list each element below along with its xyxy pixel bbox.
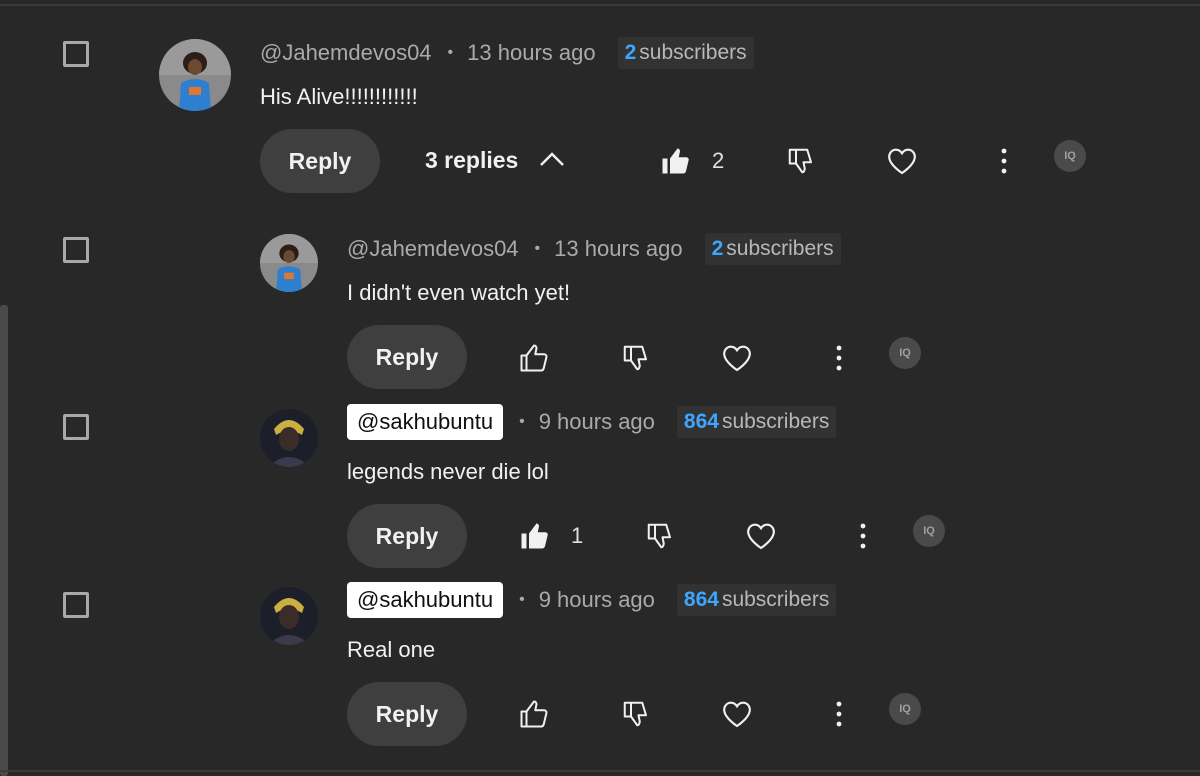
subscriber-badge: 864 subscribers [676,584,837,616]
comment-header: @sakhubuntu • 9 hours ago 864 subscribers [347,404,837,440]
subscriber-badge: 2 subscribers [617,37,754,69]
subscriber-label: subscribers [726,237,834,260]
select-checkbox[interactable] [63,237,89,263]
dislike-button[interactable] [621,343,651,373]
comment-text: legends never die lol [347,459,549,484]
heart-button[interactable] [886,145,918,177]
timestamp[interactable]: 13 hours ago [554,236,682,262]
separator: • [534,240,541,257]
like-count: 2 [712,148,725,173]
reply-comment: @sakhubuntu • 9 hours ago 864 subscribers… [0,582,1200,758]
author-handle[interactable]: @sakhubuntu [347,404,504,440]
comments-panel: @Jahemdevos04 • 13 hours ago 2 subscriber… [0,0,1200,776]
heart-button[interactable] [721,698,753,730]
thumbs-down-icon [647,523,671,549]
thumbs-down-icon [623,345,647,371]
comment-thread: @Jahemdevos04 • 13 hours ago 2 subscriber… [0,12,1200,193]
select-checkbox[interactable] [63,41,89,67]
reply-button[interactable]: Reply [347,682,467,746]
author-handle[interactable]: @Jahemdevos04 [347,236,519,262]
dislike-button[interactable] [621,699,651,729]
like-count: 1 [571,523,584,548]
chevron-up-icon [540,152,565,166]
heart-icon [888,148,916,175]
like-button[interactable]: 1 [519,521,583,551]
reply-button[interactable]: Reply [347,325,467,389]
subscriber-badge: 2 subscribers [704,233,841,265]
select-checkbox[interactable] [63,414,89,440]
separator: • [519,413,525,430]
select-checkbox[interactable] [63,592,89,618]
divider [0,4,1200,6]
replies-count: 3 replies [425,146,519,173]
like-button[interactable]: 2 [660,146,724,176]
more-vertical-icon [836,345,842,371]
author-handle[interactable]: @sakhubuntu [347,582,504,618]
subscriber-label: subscribers [639,41,747,64]
more-button[interactable] [827,343,851,373]
subscriber-count: 2 [711,237,724,260]
iq-badge[interactable]: IQ [913,515,945,547]
comment-header: @Jahemdevos04 • 13 hours ago 2 subscriber… [347,232,841,266]
iq-badge[interactable]: IQ [889,337,921,369]
avatar[interactable] [260,234,318,292]
dislike-button[interactable] [786,146,816,176]
subscriber-count: 864 [683,588,719,611]
comment-header: @sakhubuntu • 9 hours ago 864 subscribers [347,582,837,618]
iq-badge[interactable]: IQ [889,693,921,725]
more-vertical-icon [860,523,866,549]
reply-button[interactable]: Reply [347,504,467,568]
like-button[interactable] [519,699,549,729]
comment-text: I didn't even watch yet! [347,280,571,305]
more-vertical-icon [1001,148,1007,174]
avatar[interactable] [260,409,318,467]
thumbs-up-icon [662,148,689,174]
more-button[interactable] [827,699,851,729]
separator: • [519,591,525,608]
more-button[interactable] [851,521,875,551]
thumbs-up-icon [521,523,548,549]
more-button[interactable] [992,146,1016,176]
heart-icon [723,701,751,728]
comment-text: His Alive!!!!!!!!!!!! [260,84,418,109]
timestamp[interactable]: 9 hours ago [539,409,655,435]
avatar[interactable] [260,587,318,645]
iq-badge[interactable]: IQ [1054,140,1086,172]
more-vertical-icon [836,701,842,727]
heart-button[interactable] [721,342,753,374]
subscriber-badge: 864 subscribers [676,406,837,438]
subscriber-label: subscribers [721,588,830,611]
thumbs-down-icon [788,148,812,174]
subscriber-label: subscribers [721,410,830,433]
subscriber-count: 864 [683,410,719,433]
separator: • [447,44,454,61]
dislike-button[interactable] [645,521,675,551]
thumbs-up-icon [520,700,548,728]
comment-text: Real one [347,637,436,662]
comment-header: @Jahemdevos04 • 13 hours ago 2 subscriber… [260,36,754,70]
thumbs-up-icon [520,344,548,372]
reply-comment: @Jahemdevos04 • 13 hours ago 2 subscriber… [0,226,1200,402]
author-handle[interactable]: @Jahemdevos04 [260,40,432,66]
avatar[interactable] [159,39,231,111]
heart-icon [723,345,751,372]
subscriber-count: 2 [624,41,637,64]
replies-toggle[interactable]: 3 replies [425,146,566,174]
thumbs-down-icon [623,701,647,727]
reply-comment: @sakhubuntu • 9 hours ago 864 subscribers… [0,404,1200,580]
timestamp[interactable]: 9 hours ago [539,587,655,613]
divider [0,770,1200,772]
heart-icon [747,523,775,550]
like-button[interactable] [519,343,549,373]
reply-button[interactable]: Reply [260,129,380,193]
timestamp[interactable]: 13 hours ago [467,40,595,66]
heart-button[interactable] [745,520,777,552]
